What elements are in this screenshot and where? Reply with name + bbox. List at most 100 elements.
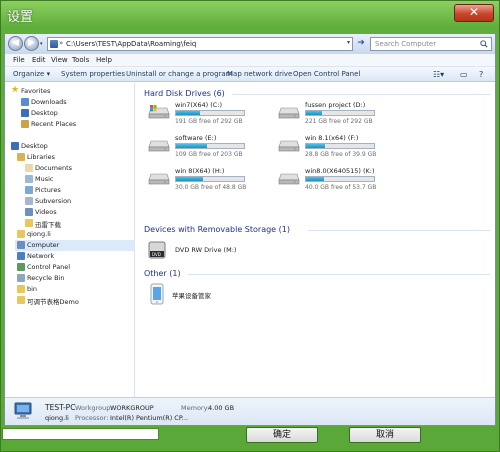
drive-tile[interactable]: software (E:) 109 GB free of 203 GB	[148, 134, 278, 160]
nav-demo[interactable]: 可调节表格Demo	[15, 295, 133, 306]
drive-tile[interactable]: fussen project (D:) 221 GB free of 292 GB	[278, 101, 408, 127]
music-icon	[25, 175, 33, 183]
navigation-pane: ★ Favorites Downloads Desktop Recent Pla…	[5, 83, 135, 397]
drive-usage-bar	[305, 143, 375, 149]
nav-computer[interactable]: Computer	[15, 240, 135, 251]
search-input[interactable]: Search Computer	[370, 37, 492, 51]
group-hdd-label: Hard Disk Drives (6)	[144, 89, 225, 98]
nav-network[interactable]: Network	[15, 251, 133, 262]
drive-free-space: 191 GB free of 292 GB	[175, 118, 243, 125]
memory-label: Memory:	[181, 404, 210, 412]
menu-tools[interactable]: Tools	[72, 56, 89, 64]
uninstall-program-button[interactable]: Uninstall or change a program	[126, 70, 233, 78]
folder-icon	[50, 40, 58, 48]
nav-downloads[interactable]: Downloads	[19, 97, 133, 108]
nav-documents[interactable]: Documents	[23, 163, 133, 174]
nav-xunlei-downloads[interactable]: 迅雷下载	[23, 218, 133, 229]
desktop-icon	[11, 142, 19, 150]
nav-libraries[interactable]: Libraries	[15, 152, 133, 163]
menu-view[interactable]: View	[51, 56, 68, 64]
open-control-panel-button[interactable]: Open Control Panel	[293, 70, 360, 78]
nav-network-label: Network	[27, 252, 55, 260]
drive-tile[interactable]: win 8.1(x64) (F:) 28.8 GB free of 39.9 GB	[278, 134, 408, 160]
group-removable-storage[interactable]: Devices with Removable Storage (1)	[144, 225, 290, 234]
close-button[interactable]: ✕	[454, 4, 494, 22]
cancel-button[interactable]: 取消	[349, 427, 421, 443]
system-properties-button[interactable]: System properties	[61, 70, 125, 78]
nav-music-label: Music	[35, 175, 54, 183]
nav-bin[interactable]: bin	[15, 284, 133, 295]
nav-desktop-favorite[interactable]: Desktop	[19, 108, 133, 119]
breadcrumb-chevron-icon[interactable]: »	[59, 39, 63, 47]
nav-music[interactable]: Music	[23, 174, 133, 185]
address-path[interactable]: C:\Users\TEST\AppData\Roaming\feiq	[66, 40, 196, 48]
address-bar[interactable]: » C:\Users\TEST\AppData\Roaming\feiq ▾	[47, 37, 353, 51]
drive-usage-bar	[175, 110, 245, 116]
nav-demo-label: 可调节表格Demo	[27, 298, 79, 306]
phone-icon	[150, 283, 164, 305]
back-button[interactable]: ◀	[8, 36, 23, 51]
nav-pictures[interactable]: Pictures	[23, 185, 133, 196]
nav-recent-places[interactable]: Recent Places	[19, 119, 133, 130]
dvd-drive-icon: DVD	[148, 241, 166, 259]
menu-file[interactable]: File	[13, 56, 25, 64]
videos-icon	[25, 208, 33, 216]
nav-user-label: qiong.li	[27, 230, 51, 238]
drive-free-space: 28.8 GB free of 39.9 GB	[305, 151, 377, 158]
libraries-icon	[17, 153, 25, 161]
drive-tile[interactable]: win8.0(X640515) (K:) 40.0 GB free of 53.7…	[278, 167, 408, 193]
nav-videos[interactable]: Videos	[23, 207, 133, 218]
pc-name: TEST-PC	[45, 403, 76, 412]
drive-usage-fill	[306, 111, 323, 115]
drive-tile[interactable]: win7(X64) (C:) 191 GB free of 292 GB	[148, 101, 278, 127]
nav-user[interactable]: qiong.li	[15, 229, 133, 240]
network-icon	[17, 252, 25, 260]
preview-pane-icon[interactable]: ▭	[460, 70, 468, 79]
nav-recycle-bin[interactable]: Recycle Bin	[15, 273, 133, 284]
map-network-drive-button[interactable]: Map network drive	[227, 70, 292, 78]
organize-button[interactable]: Organize ▾	[13, 70, 50, 78]
nav-desktop[interactable]: Desktop	[9, 141, 133, 152]
group-other-label: Other (1)	[144, 269, 181, 278]
forward-button[interactable]: ▶	[24, 36, 39, 51]
apple-device-manager[interactable]: 苹果设备管家	[150, 283, 280, 309]
hard-drive-icon	[148, 173, 170, 185]
menu-edit[interactable]: Edit	[32, 56, 46, 64]
group-hard-disk-drives[interactable]: Hard Disk Drives (6)	[144, 89, 225, 98]
drive-usage-fill	[176, 111, 200, 115]
desktop-icon	[21, 109, 29, 117]
drive-free-space: 221 GB free of 292 GB	[305, 118, 373, 125]
drive-free-space: 109 GB free of 203 GB	[175, 151, 243, 158]
nav-subversion[interactable]: Subversion	[23, 196, 133, 207]
computer-icon	[17, 241, 25, 249]
dialog-title: 设置	[7, 10, 34, 25]
nav-favorites[interactable]: ★ Favorites	[9, 85, 133, 97]
nav-subversion-label: Subversion	[35, 197, 72, 205]
drive-tile[interactable]: win 8(X64) (H:) 30.0 GB free of 48.8 GB	[148, 167, 278, 193]
downloads-icon	[21, 98, 29, 106]
nav-videos-label: Videos	[35, 208, 57, 216]
folder-icon	[17, 296, 25, 304]
address-dropdown-icon[interactable]: ▾	[347, 39, 350, 46]
search-icon[interactable]	[480, 40, 488, 48]
help-icon[interactable]: ?	[479, 70, 483, 79]
control-panel-icon	[17, 263, 25, 271]
star-icon: ★	[11, 85, 20, 95]
recent-pages-chevron-icon[interactable]: ▾	[40, 41, 46, 47]
svg-text:DVD: DVD	[152, 252, 161, 257]
group-other[interactable]: Other (1)	[144, 269, 181, 278]
dvd-drive[interactable]: DVD DVD RW Drive (M:)	[148, 240, 278, 266]
memory-value: 4.00 GB	[208, 404, 235, 412]
change-view-icon[interactable]: ☷▾	[433, 70, 444, 79]
go-arrow-icon[interactable]: ➜	[355, 38, 367, 50]
processor-label: Processor:	[75, 414, 109, 422]
menu-help[interactable]: Help	[96, 56, 112, 64]
ok-button[interactable]: 确定	[246, 427, 318, 443]
path-field[interactable]	[2, 428, 159, 440]
workgroup-label: Workgroup:	[75, 404, 113, 412]
nav-documents-label: Documents	[35, 164, 73, 172]
dvd-drive-name: DVD RW Drive (M:)	[175, 246, 237, 254]
hard-drive-icon	[278, 140, 300, 152]
drive-usage-bar	[305, 110, 375, 116]
nav-control-panel[interactable]: Control Panel	[15, 262, 133, 273]
